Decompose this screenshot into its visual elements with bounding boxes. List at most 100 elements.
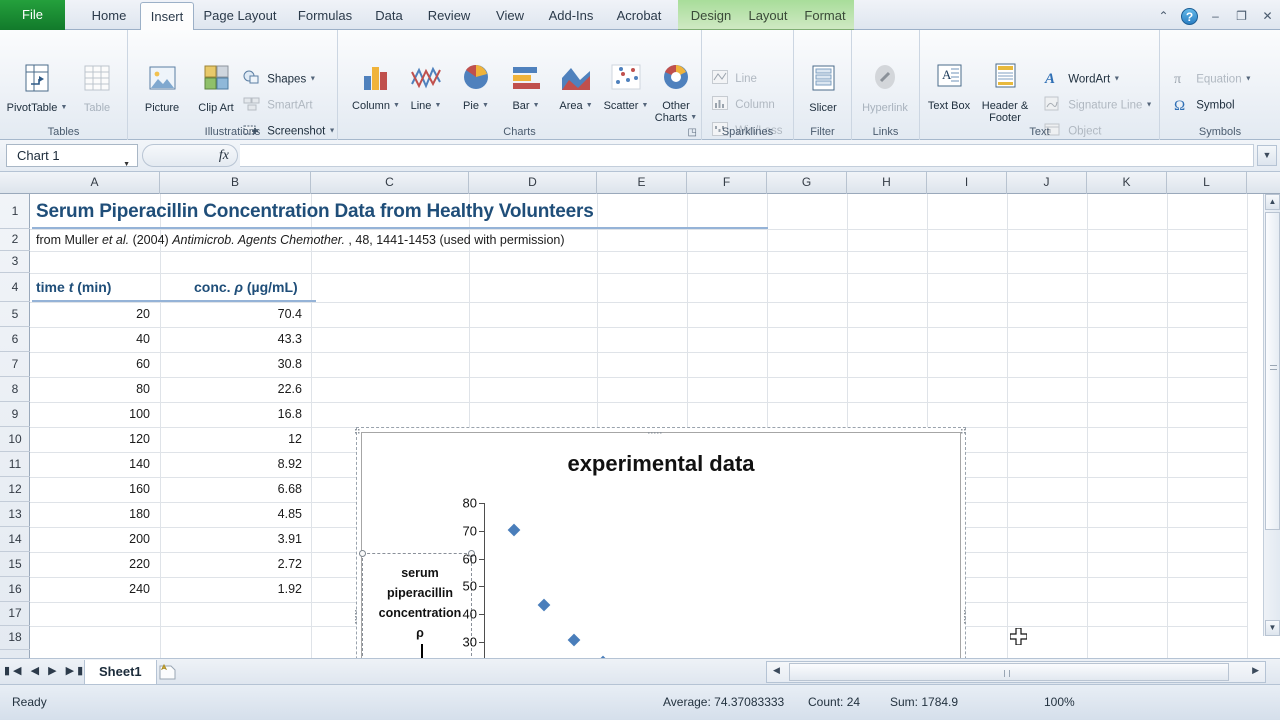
chevron-down-icon[interactable]: ▼ — [482, 102, 489, 109]
chevron-down-icon[interactable]: ▼ — [690, 114, 697, 121]
resize-handle-top-center[interactable] — [648, 425, 664, 434]
resize-handle-middle-right[interactable] — [963, 610, 968, 626]
tab-insert[interactable]: Insert — [140, 2, 194, 31]
next-sheet-icon[interactable]: ▶ — [48, 665, 59, 677]
column-header-D[interactable]: D — [469, 172, 597, 194]
column-header-L[interactable]: L — [1167, 172, 1247, 194]
row-header-5[interactable]: 5 — [0, 302, 30, 327]
tab-design[interactable]: Design — [682, 2, 740, 30]
close-icon[interactable]: ✕ — [1259, 9, 1276, 24]
sparkline-column-button[interactable]: Column — [712, 96, 775, 114]
cell-A15[interactable]: 220 — [34, 552, 156, 577]
row-header-18[interactable]: 18 — [0, 626, 30, 650]
cell-B7[interactable]: 30.8 — [160, 352, 310, 377]
row-header-16[interactable]: 16 — [0, 577, 30, 602]
cell-B15[interactable]: 2.72 — [160, 552, 310, 577]
scroll-down-button[interactable]: ▼ — [1265, 620, 1280, 636]
equation-button[interactable]: π Equation ▼ — [1172, 70, 1252, 89]
cell-A9[interactable]: 100 — [34, 402, 156, 427]
column-header-A[interactable]: A — [30, 172, 160, 194]
cell-B12[interactable]: 6.68 — [160, 477, 310, 502]
resize-handle-corner-top-right[interactable] — [960, 425, 968, 439]
row-header-9[interactable]: 9 — [0, 402, 30, 427]
chart-title[interactable]: experimental data — [362, 451, 960, 477]
chevron-down-icon[interactable]: ▼ — [533, 102, 540, 109]
clip-art-button[interactable]: Clip Art — [185, 64, 247, 114]
header-footer-button[interactable]: Header & Footer — [972, 62, 1038, 124]
cell-A16[interactable]: 240 — [34, 577, 156, 602]
name-box[interactable]: Chart 1 ▼ — [6, 144, 138, 168]
first-sheet-icon[interactable]: ▮◀ — [4, 665, 25, 677]
help-icon[interactable]: ? — [1181, 8, 1198, 25]
sheet-navigation-buttons[interactable]: ▮◀ ◀ ▶ ▶▮ — [4, 664, 86, 677]
row-header-14[interactable]: 14 — [0, 527, 30, 552]
data-point[interactable] — [567, 633, 580, 646]
other-charts-button[interactable]: Other Charts ▼ — [645, 62, 707, 124]
column-header-E[interactable]: E — [597, 172, 687, 194]
expand-formula-bar-icon[interactable]: ▼ — [1257, 145, 1277, 166]
column-header-J[interactable]: J — [1007, 172, 1087, 194]
column-header-B[interactable]: B — [160, 172, 311, 194]
cell-B13[interactable]: 4.85 — [160, 502, 310, 527]
row-header-15[interactable]: 15 — [0, 552, 30, 577]
resize-handle-middle-left[interactable] — [354, 610, 359, 626]
smartart-button[interactable]: SmartArt — [243, 96, 313, 115]
cell-A12[interactable]: 160 — [34, 477, 156, 502]
data-point[interactable] — [507, 523, 521, 536]
cell-B11[interactable]: 8.92 — [160, 452, 310, 477]
row-header-11[interactable]: 11 — [0, 452, 30, 477]
row-header-10[interactable]: 10 — [0, 427, 30, 452]
horizontal-scroll-thumb[interactable] — [789, 663, 1229, 681]
column-header-K[interactable]: K — [1087, 172, 1167, 194]
formula-input[interactable] — [240, 144, 1254, 167]
restore-icon[interactable]: ❐ — [1233, 9, 1250, 24]
table-button[interactable]: Table — [66, 64, 128, 114]
row-header-1[interactable]: 1 — [0, 194, 30, 229]
cell-B9[interactable]: 16.8 — [160, 402, 310, 427]
cell-A7[interactable]: 60 — [34, 352, 156, 377]
horizontal-scrollbar[interactable]: ◀ ▶ — [766, 661, 1266, 683]
minimize-icon[interactable]: – — [1207, 9, 1224, 24]
resize-handle-top-left[interactable] — [359, 550, 366, 557]
tab-add-ins[interactable]: Add-Ins — [536, 2, 606, 30]
chevron-down-icon[interactable]: ▼ — [434, 102, 441, 109]
row-header-3[interactable]: 3 — [0, 251, 30, 273]
chevron-down-icon[interactable]: ▼ — [309, 76, 316, 83]
tab-data[interactable]: Data — [364, 2, 414, 30]
cell-B6[interactable]: 43.3 — [160, 327, 310, 352]
insert-function-button[interactable]: fx — [142, 144, 238, 167]
text-box-button[interactable]: A Text Box — [918, 62, 980, 112]
cell-A1-title[interactable]: Serum Piperacillin Concentration Data fr… — [36, 194, 776, 229]
scroll-up-button[interactable]: ▲ — [1265, 194, 1280, 210]
sparkline-line-button[interactable]: Line — [712, 70, 757, 88]
row-header-17[interactable]: 17 — [0, 602, 30, 626]
hyperlink-button[interactable]: Hyperlink — [854, 64, 916, 114]
cell-B14[interactable]: 3.91 — [160, 527, 310, 552]
scroll-right-icon[interactable]: ▶ — [1252, 665, 1259, 676]
cell-A2-citation[interactable]: from Muller et al. (2004) Antimicrob. Ag… — [36, 229, 796, 251]
cell-A10[interactable]: 120 — [34, 427, 156, 452]
chevron-down-icon[interactable]: ▼ — [1146, 102, 1153, 109]
zoom-level[interactable]: 100% — [1044, 695, 1075, 709]
symbol-button[interactable]: Ω Symbol — [1172, 96, 1235, 115]
row-header-2[interactable]: 2 — [0, 229, 30, 251]
row-header-13[interactable]: 13 — [0, 502, 30, 527]
cell-B16[interactable]: 1.92 — [160, 577, 310, 602]
row-header-7[interactable]: 7 — [0, 352, 30, 377]
tab-review[interactable]: Review — [414, 2, 484, 30]
cell-B8[interactable]: 22.6 — [160, 377, 310, 402]
tab-view[interactable]: View — [484, 2, 536, 30]
cell-A8[interactable]: 80 — [34, 377, 156, 402]
data-point[interactable] — [537, 598, 551, 612]
tab-format[interactable]: Format — [796, 2, 854, 30]
cell-B4-header-conc[interactable]: conc. ρ (µg/mL) — [194, 273, 346, 302]
row-header-12[interactable]: 12 — [0, 477, 30, 502]
picture-button[interactable]: Picture — [131, 64, 193, 114]
tab-home[interactable]: Home — [78, 2, 140, 30]
column-header-I[interactable]: I — [927, 172, 1007, 194]
signature-line-button[interactable]: Signature Line ▼ — [1044, 96, 1153, 115]
cell-A5[interactable]: 20 — [34, 302, 156, 327]
cell-A4-header-time[interactable]: time t (min) — [36, 273, 158, 302]
cell-A6[interactable]: 40 — [34, 327, 156, 352]
cell-B5[interactable]: 70.4 — [160, 302, 310, 327]
